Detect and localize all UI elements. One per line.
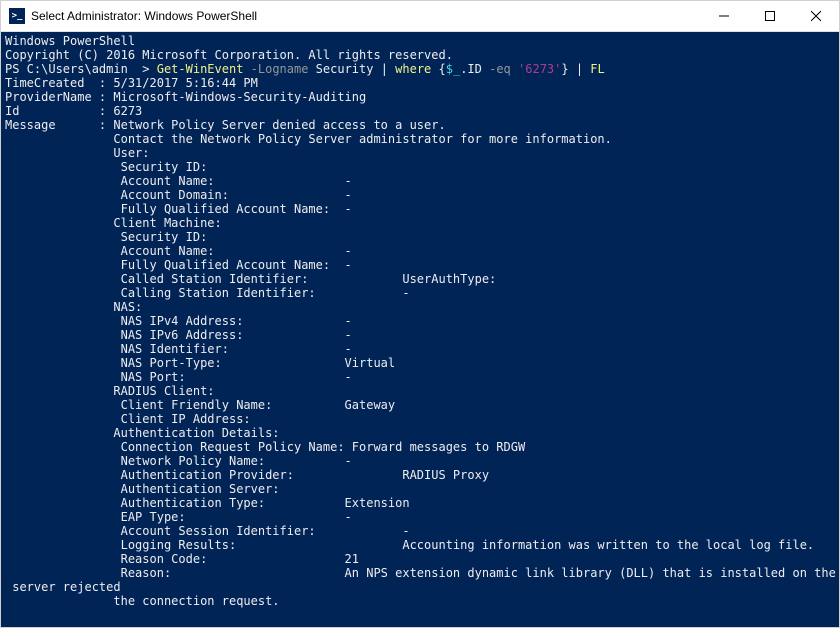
console-line: Client Friendly Name: Gateway	[5, 398, 839, 412]
console-line: Windows PowerShell	[5, 34, 839, 48]
console-line: Account Domain: -	[5, 188, 839, 202]
console-line: PS C:\Users\admin > Get-WinEvent -Lognam…	[5, 62, 839, 76]
console-line: Client Machine:	[5, 216, 839, 230]
console-output[interactable]: Windows PowerShellCopyright (C) 2016 Mic…	[1, 32, 839, 627]
titlebar[interactable]: >_ Select Administrator: Windows PowerSh…	[1, 1, 839, 32]
console-line: the connection request.	[5, 594, 839, 608]
console-line: Account Name: -	[5, 174, 839, 188]
console-line: RADIUS Client:	[5, 384, 839, 398]
window-frame: >_ Select Administrator: Windows PowerSh…	[0, 0, 840, 628]
console-line: NAS IPv6 Address: -	[5, 328, 839, 342]
console-line: NAS Port-Type: Virtual	[5, 356, 839, 370]
console-line: Copyright (C) 2016 Microsoft Corporation…	[5, 48, 839, 62]
console-line: Connection Request Policy Name: Forward …	[5, 440, 839, 454]
console-line: Authentication Type: Extension	[5, 496, 839, 510]
console-line: Security ID:	[5, 230, 839, 244]
console-line: NAS Identifier: -	[5, 342, 839, 356]
console-line: Fully Qualified Account Name: -	[5, 258, 839, 272]
console-line: NAS Port: -	[5, 370, 839, 384]
console-line: Id : 6273	[5, 104, 839, 118]
console-line: Authentication Details:	[5, 426, 839, 440]
console-line: EAP Type: -	[5, 510, 839, 524]
console-line: Called Station Identifier: UserAuthType:	[5, 272, 839, 286]
console-line: Account Name: -	[5, 244, 839, 258]
console-line: Message : Network Policy Server denied a…	[5, 118, 839, 132]
console-line: Calling Station Identifier: -	[5, 286, 839, 300]
console-line: Client IP Address:	[5, 412, 839, 426]
close-button[interactable]	[793, 1, 839, 31]
console-line: NAS IPv4 Address: -	[5, 314, 839, 328]
console-line: Reason Code: 21	[5, 552, 839, 566]
console-line: Authentication Provider: RADIUS Proxy	[5, 468, 839, 482]
powershell-icon: >_	[9, 8, 25, 24]
console-line: Network Policy Name: -	[5, 454, 839, 468]
console-line: Security ID:	[5, 160, 839, 174]
console-line: Reason: An NPS extension dynamic link li…	[5, 566, 839, 580]
window-title: Select Administrator: Windows PowerShell	[31, 9, 257, 23]
console-line: TimeCreated : 5/31/2017 5:16:44 PM	[5, 76, 839, 90]
console-line: Contact the Network Policy Server admini…	[5, 132, 839, 146]
console-line: User:	[5, 146, 839, 160]
console-line: NAS:	[5, 300, 839, 314]
console-line: Fully Qualified Account Name: -	[5, 202, 839, 216]
console-line: Logging Results: Accounting information …	[5, 538, 839, 552]
console-line: Authentication Server:	[5, 482, 839, 496]
minimize-button[interactable]	[701, 1, 747, 31]
maximize-button[interactable]	[747, 1, 793, 31]
console-line: Account Session Identifier: -	[5, 524, 839, 538]
console-line: ProviderName : Microsoft-Windows-Securit…	[5, 90, 839, 104]
console-line: server rejected	[5, 580, 839, 594]
